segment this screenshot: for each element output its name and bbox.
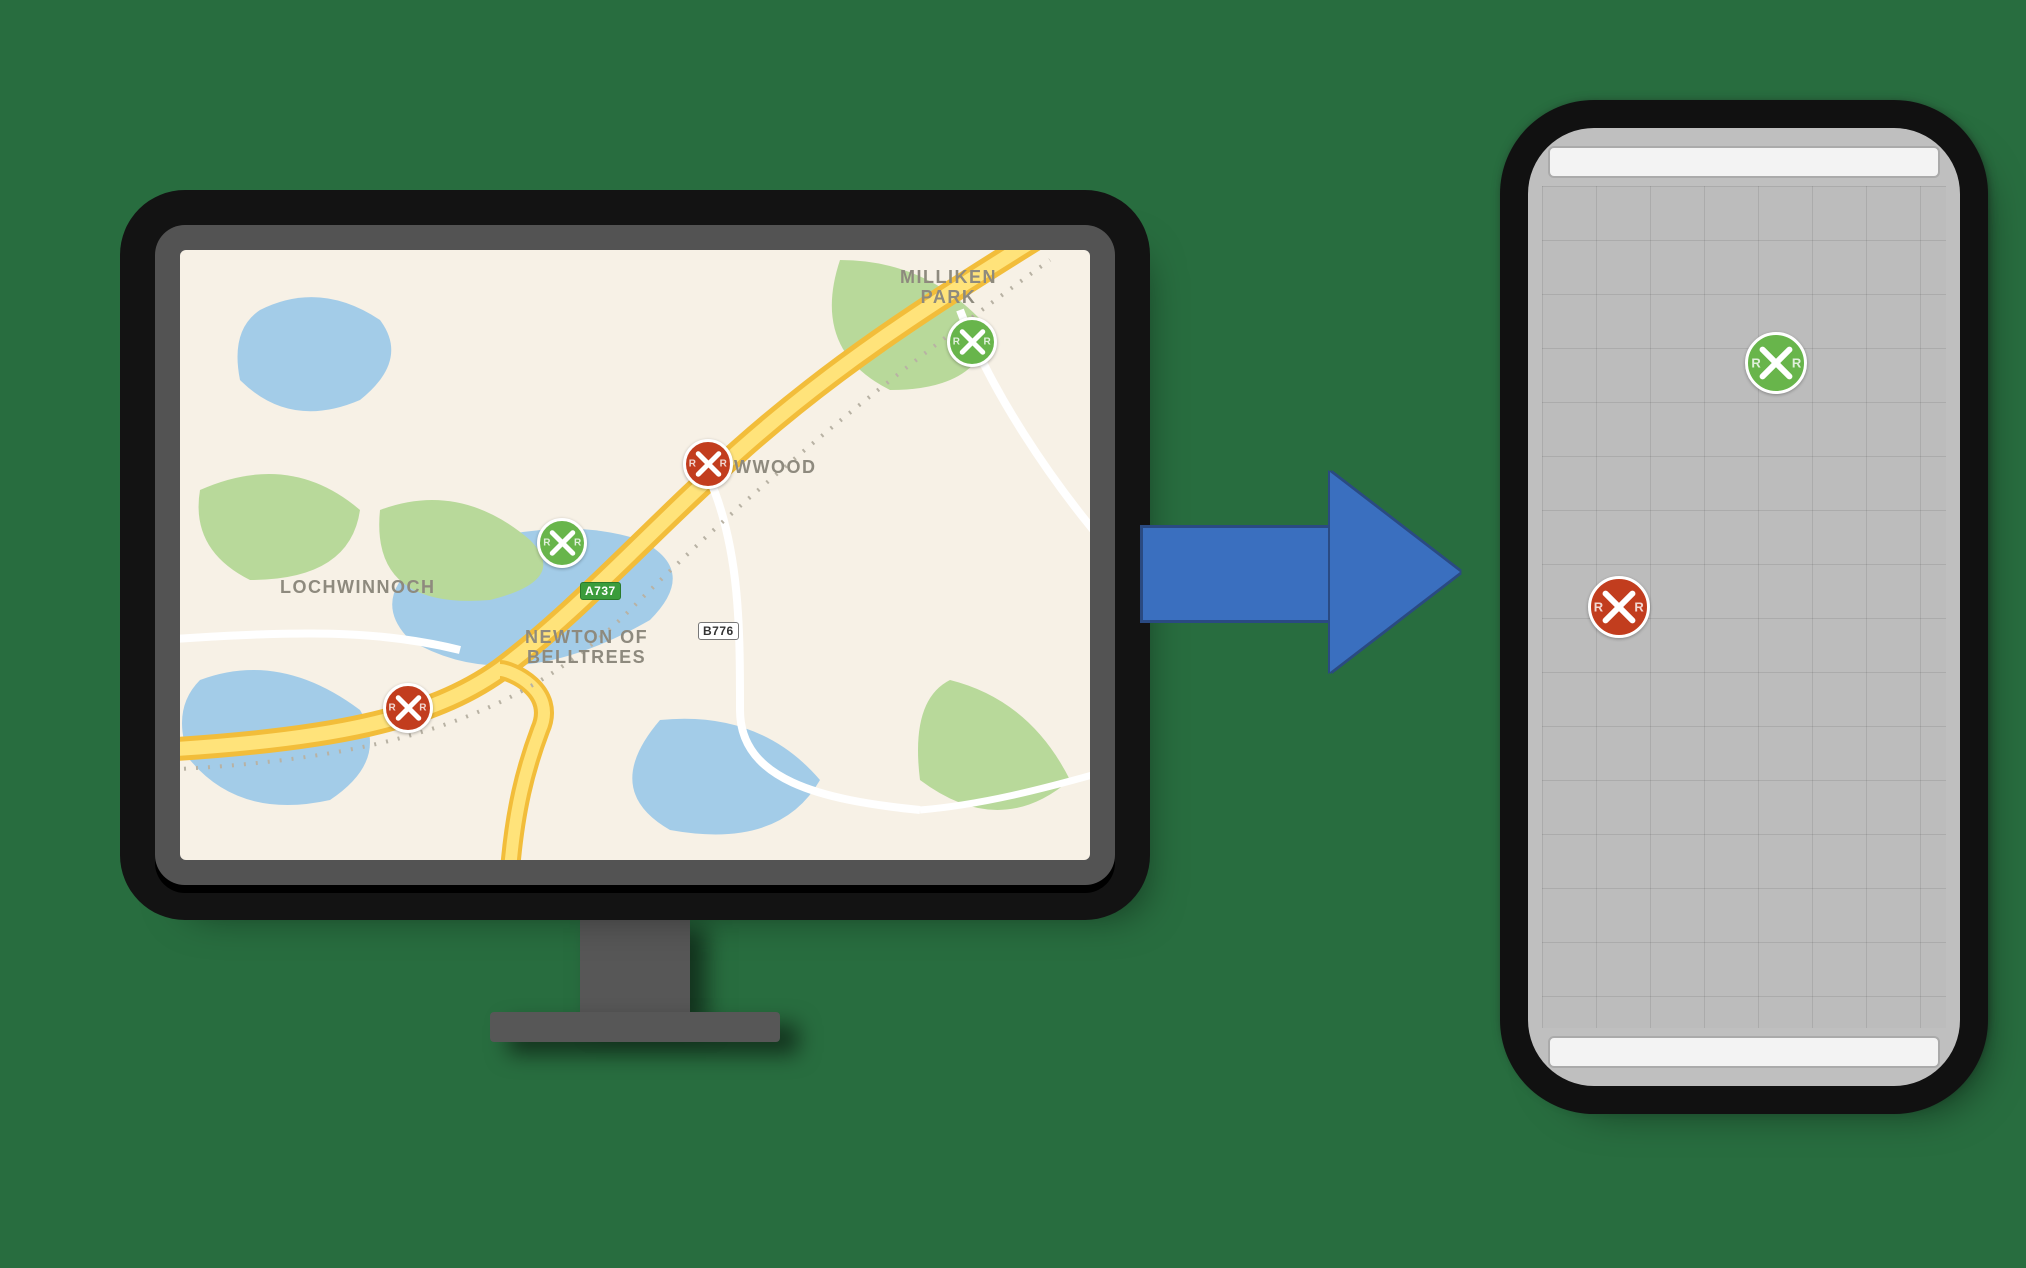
marker-letter-right: R <box>574 537 581 548</box>
place-label-lochwinnoch: LOCHWINNOCH <box>280 578 435 598</box>
phone-grid-screen[interactable]: RRRR <box>1542 186 1946 1028</box>
railroad-crossing-marker-green[interactable]: RR <box>947 317 997 367</box>
place-label-milliken-park: MILLIKEN PARK <box>900 268 997 308</box>
crossing-x-icon <box>1601 589 1637 625</box>
marker-letter-right: R <box>1792 355 1801 370</box>
railroad-crossing-marker-red[interactable]: RR <box>383 683 433 733</box>
railroad-crossing-marker-red[interactable]: RR <box>683 439 733 489</box>
diagram-canvas: MILLIKEN PARK H WWOOD LOCHWINNOCH NEWTON… <box>0 0 2026 1268</box>
phone-speaker-bottom <box>1548 1036 1940 1068</box>
road-badge-a737: A737 <box>580 582 621 600</box>
crossing-x-icon <box>958 328 986 356</box>
marker-letter-right: R <box>720 458 727 469</box>
monitor-device: MILLIKEN PARK H WWOOD LOCHWINNOCH NEWTON… <box>155 225 1115 885</box>
transfer-arrow-head <box>1330 472 1460 672</box>
marker-letter-right: R <box>419 702 426 713</box>
desktop-map-screen[interactable]: MILLIKEN PARK H WWOOD LOCHWINNOCH NEWTON… <box>180 250 1090 860</box>
phone-device: RRRR <box>1528 128 1960 1086</box>
monitor-base <box>490 1012 780 1042</box>
road-badge-b776: B776 <box>698 622 739 640</box>
railroad-crossing-marker-green[interactable]: RR <box>1745 332 1807 394</box>
crossing-x-icon <box>694 450 722 478</box>
transfer-arrow <box>1140 525 1336 623</box>
monitor-stand <box>580 916 690 1016</box>
map-surface[interactable]: MILLIKEN PARK H WWOOD LOCHWINNOCH NEWTON… <box>180 250 1090 860</box>
crossing-x-icon <box>548 529 576 557</box>
marker-letter-right: R <box>983 336 990 347</box>
crossing-x-icon <box>394 694 422 722</box>
phone-speaker-top <box>1548 146 1940 178</box>
railroad-crossing-marker-green[interactable]: RR <box>537 518 587 568</box>
place-label-newton-of-belltrees: NEWTON OF BELLTREES <box>525 628 648 668</box>
railroad-crossing-marker-red[interactable]: RR <box>1588 576 1650 638</box>
marker-letter-right: R <box>1634 600 1643 615</box>
crossing-x-icon <box>1758 345 1794 381</box>
